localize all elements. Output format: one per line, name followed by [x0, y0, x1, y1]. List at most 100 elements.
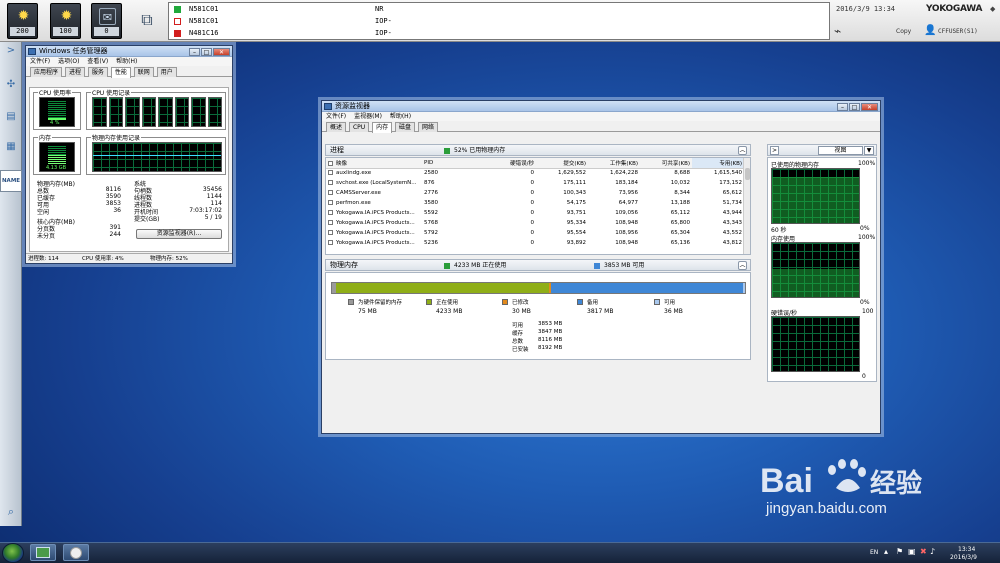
- taskbar-app-resource-monitor[interactable]: [63, 544, 89, 561]
- menu-options[interactable]: 选项(O): [58, 58, 79, 65]
- maximize-button[interactable]: □: [849, 103, 860, 111]
- minimize-button[interactable]: –: [837, 103, 848, 111]
- row-checkbox[interactable]: [328, 170, 333, 176]
- alarm-row[interactable]: N581C01 IOP-: [169, 15, 829, 27]
- resource-monitor-button[interactable]: 资源监视器(R)...: [136, 229, 222, 239]
- start-button[interactable]: [2, 543, 24, 563]
- row-checkbox[interactable]: [328, 230, 333, 235]
- legend-value: 75 MB: [358, 308, 377, 315]
- alarm-row[interactable]: N481C16 IOP-: [169, 27, 829, 39]
- vertical-scrollbar[interactable]: [743, 158, 750, 254]
- search-clock-icon[interactable]: ⌕: [3, 505, 19, 519]
- cell-commit: 93,892: [566, 240, 586, 246]
- app-icon: [28, 48, 36, 55]
- clock-time[interactable]: 13:34: [958, 546, 975, 553]
- tab-users[interactable]: 用户: [156, 67, 177, 77]
- copy-button[interactable]: Copy: [896, 28, 911, 35]
- column-header[interactable]: 专用(KB): [692, 158, 744, 168]
- user-name[interactable]: CFFUSER(S1): [938, 28, 978, 35]
- column-header[interactable]: PID: [422, 158, 456, 168]
- memory-bar-segment: [335, 283, 550, 293]
- legend-value: 36 MB: [664, 308, 683, 315]
- network-status-icon[interactable]: ✖: [920, 547, 927, 556]
- menu-view[interactable]: 查看(V): [87, 58, 108, 65]
- table-row[interactable]: perfmon.exe 3580 0 54,175 64,977 13,188 51,734: [326, 198, 744, 208]
- resource-monitor-window[interactable]: 资源监视器 – □ ✕ 文件(F) 监视器(M) 帮助(H) 概述 CPU 内存 磁…: [321, 100, 881, 434]
- column-header[interactable]: 可共享(KB): [640, 158, 692, 168]
- tab-processes[interactable]: 进程: [64, 67, 85, 77]
- expand-arrow-icon[interactable]: >: [3, 44, 19, 58]
- tab-networking[interactable]: 联网: [133, 67, 154, 77]
- network-status-icon[interactable]: ⌁: [834, 24, 841, 38]
- row-checkbox[interactable]: [328, 200, 333, 205]
- collapse-chevron-icon[interactable]: ︿: [738, 261, 747, 270]
- language-indicator[interactable]: EN: [870, 549, 878, 556]
- cpu-usage-label: CPU 使用率: [38, 88, 73, 97]
- table-row[interactable]: CAMSServer.exe 2776 0 100,343 73,956 8,344 65,…: [326, 188, 744, 198]
- close-button[interactable]: ✕: [861, 103, 878, 111]
- taskbar-app-process-control[interactable]: [30, 544, 56, 561]
- tab-applications[interactable]: 应用程序: [30, 67, 63, 77]
- tab-cpu[interactable]: CPU: [348, 122, 370, 132]
- row-checkbox[interactable]: [328, 240, 333, 245]
- tab-overview[interactable]: 概述: [326, 122, 347, 132]
- chevron-down-icon[interactable]: ▼: [864, 146, 874, 155]
- cell-private: 43,944: [722, 210, 742, 216]
- system-alarm-button[interactable]: ✹ 100: [50, 3, 81, 39]
- alarm-summary-list[interactable]: N581C01 NR N581C01 IOP- N481C16 IOP-: [168, 2, 830, 40]
- collapse-chevron-icon[interactable]: ︿: [738, 146, 747, 155]
- table-row[interactable]: auxlindg.exe 2580 0 1,629,552 1,624,228 8,688…: [326, 168, 744, 178]
- stat-value: 3847 MB: [538, 329, 563, 335]
- monitor-tray-icon[interactable]: ▣: [908, 547, 916, 556]
- menu-help[interactable]: 帮助(H): [116, 58, 137, 65]
- select-all-checkbox[interactable]: [328, 160, 333, 166]
- minimize-button[interactable]: –: [189, 48, 200, 56]
- row-checkbox[interactable]: [328, 180, 333, 185]
- faceplate-icon[interactable]: ▤: [3, 110, 19, 124]
- table-row[interactable]: Yokogawa.IA.iPCS Products... 5236 0 93,892 1…: [326, 238, 744, 248]
- stat-row: 进程数 114: [134, 200, 222, 209]
- menu-file[interactable]: 文件(F): [326, 113, 346, 120]
- menu-file[interactable]: 文件(F): [30, 58, 50, 65]
- column-header[interactable]: 工作集(KB): [588, 158, 640, 168]
- views-button[interactable]: 视图: [818, 146, 863, 155]
- table-row[interactable]: Yokogawa.IA.iPCS Products... 5792 0 95,554 1…: [326, 228, 744, 238]
- table-row[interactable]: Yokogawa.IA.iPCS Products... 5592 0 93,751 1…: [326, 208, 744, 218]
- message-button[interactable]: ✉ 0: [91, 3, 122, 39]
- table-row[interactable]: svchost.exe (LocalSystemN... 876 0 175,111 1…: [326, 178, 744, 188]
- close-button[interactable]: ✕: [213, 48, 230, 56]
- process-alarm-button[interactable]: ✹ 200: [7, 3, 38, 39]
- column-header[interactable]: 提交(KB): [536, 158, 588, 168]
- memory-section-header[interactable]: 物理内存 4233 MB 正在使用 3853 MB 可用 ︿: [325, 259, 751, 271]
- column-header[interactable]: 硬错误/秒: [456, 158, 536, 168]
- network-icon[interactable]: ✣: [3, 78, 19, 92]
- row-checkbox[interactable]: [328, 220, 333, 225]
- name-input-button[interactable]: NAME: [0, 170, 22, 192]
- maximize-button[interactable]: □: [201, 48, 212, 56]
- monitor-list-icon[interactable]: ⧉: [136, 8, 158, 32]
- clock-date[interactable]: 2016/3/9: [950, 554, 977, 561]
- tab-performance[interactable]: 性能: [110, 67, 131, 78]
- tab-memory[interactable]: 内存: [372, 122, 393, 133]
- row-checkbox[interactable]: [328, 210, 333, 215]
- alarm-row[interactable]: N581C01 NR: [169, 3, 829, 15]
- column-header[interactable]: 映像: [326, 158, 422, 168]
- menu-monitor[interactable]: 监视器(M): [354, 113, 382, 120]
- table-row[interactable]: Yokogawa.IA.iPCS Products... 5768 0 95,334 1…: [326, 218, 744, 228]
- expand-arrow-icon[interactable]: >: [770, 146, 779, 155]
- table-icon[interactable]: ▦: [3, 140, 19, 154]
- menu-help[interactable]: 帮助(H): [390, 113, 411, 120]
- tab-disk[interactable]: 磁盘: [395, 122, 416, 132]
- title-bar[interactable]: 资源监视器 – □ ✕: [322, 101, 880, 112]
- title-bar[interactable]: Windows 任务管理器 – □ ✕: [26, 46, 232, 57]
- process-section-header[interactable]: 进程 52% 已用物理内存 ︿: [325, 144, 751, 156]
- cpu-core-graph: [92, 97, 107, 127]
- tab-network[interactable]: 网络: [417, 122, 438, 132]
- scrollbar-thumb[interactable]: [745, 168, 750, 180]
- volume-icon[interactable]: ♪: [930, 547, 935, 556]
- tray-expand-icon[interactable]: ▴: [884, 547, 888, 556]
- security-flag-icon[interactable]: ⚑: [896, 547, 903, 556]
- row-checkbox[interactable]: [328, 190, 333, 195]
- tab-services[interactable]: 服务: [87, 67, 108, 77]
- task-manager-window[interactable]: Windows 任务管理器 – □ ✕ 文件(F) 选项(O) 查看(V) 帮助(H…: [25, 45, 233, 264]
